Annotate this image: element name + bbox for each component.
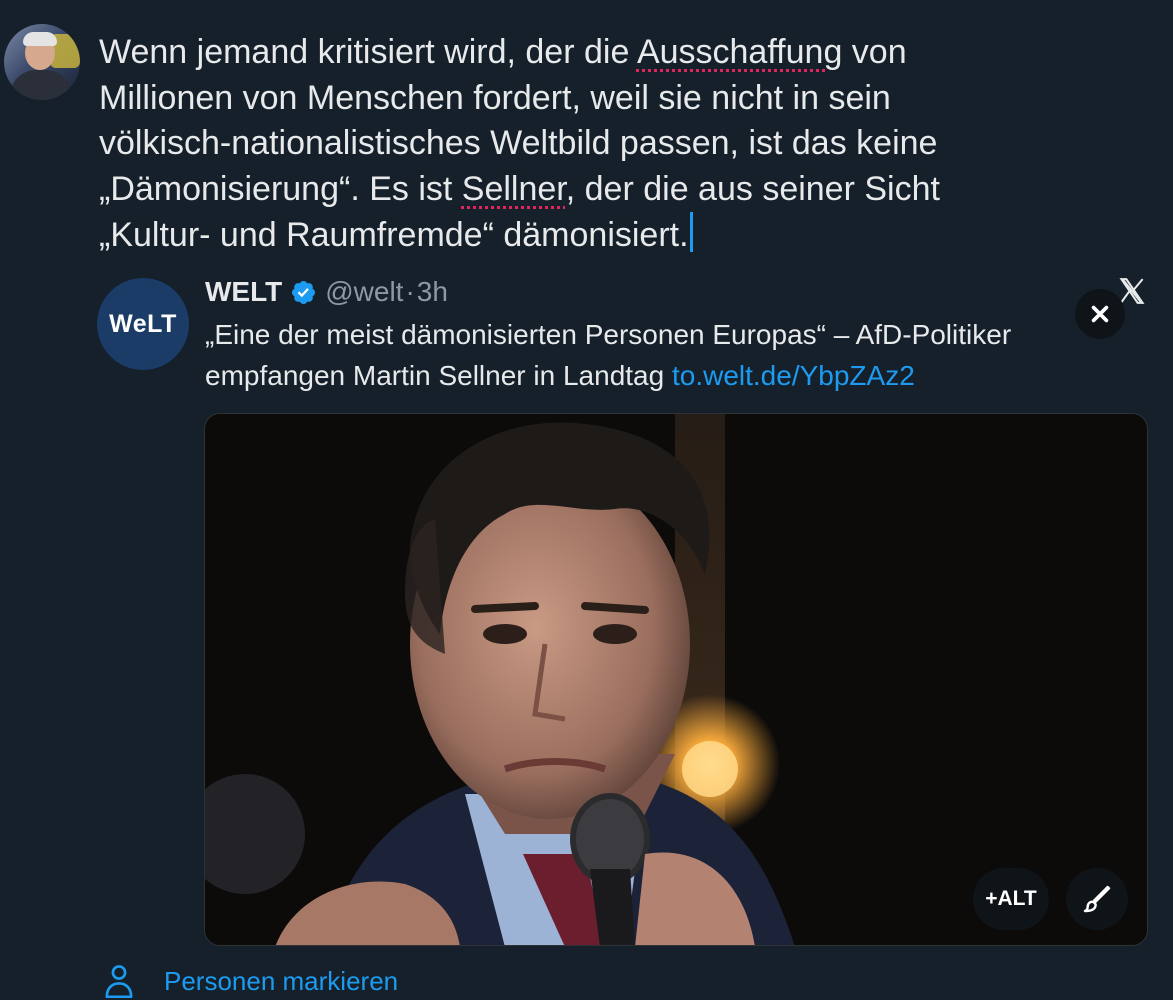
alt-label: +ALT xyxy=(985,887,1037,910)
person-icon xyxy=(105,965,133,998)
compose-text-segment: Millionen von Menschen fordert, weil sie… xyxy=(99,78,891,117)
quoted-tweet-header: WELT @welt · 3h xyxy=(205,275,448,309)
add-alt-text-button[interactable]: +ALT xyxy=(973,868,1049,930)
edit-media-button[interactable] xyxy=(1066,868,1128,930)
edit-brush-icon xyxy=(1083,885,1111,913)
remove-quote-button[interactable] xyxy=(1075,289,1125,339)
author-handle[interactable]: @welt xyxy=(325,276,403,308)
welt-avatar[interactable]: WeLT xyxy=(97,278,189,370)
composer-avatar[interactable] xyxy=(4,24,80,100)
tag-people-row[interactable]: Personen markieren xyxy=(104,964,398,998)
compose-text-segment: von xyxy=(842,33,907,71)
separator-dot: · xyxy=(405,276,415,307)
compose-text-segment: Wenn jemand kritisiert wird, der die xyxy=(99,33,637,71)
spellcheck-flagged-word[interactable]: Sellner xyxy=(462,170,566,208)
welt-logo-text: WeLT xyxy=(109,309,177,338)
compose-text-segment: völkisch-nationalistisches Weltbild pass… xyxy=(99,124,938,162)
compose-text-segment: , der die aus seiner Sicht xyxy=(565,169,940,208)
text-caret xyxy=(689,212,693,252)
author-name: WELT xyxy=(205,276,283,307)
compose-text-segment: „Kultur- und Raumfremde“ dämonisiert. xyxy=(99,216,689,254)
quoted-tweet-link[interactable]: to.welt.de/YbpZAz2 xyxy=(672,360,915,391)
portrait-photo xyxy=(205,414,1147,945)
close-icon xyxy=(1091,305,1109,323)
tweet-time[interactable]: 3h xyxy=(417,276,448,308)
quoted-tweet-text: „Eine der meist dämonisierten Personen E… xyxy=(205,314,1105,396)
spellcheck-flagged-word[interactable]: Ausschaffung xyxy=(637,33,842,71)
compose-text-segment: „Dämonisierung“. Es ist xyxy=(99,169,462,208)
attached-photo[interactable] xyxy=(204,413,1148,946)
verified-badge-icon xyxy=(292,280,316,304)
compose-textarea[interactable]: Wenn jemand kritisiert wird, der die Aus… xyxy=(99,30,1099,259)
tag-people-label: Personen markieren xyxy=(164,965,399,996)
